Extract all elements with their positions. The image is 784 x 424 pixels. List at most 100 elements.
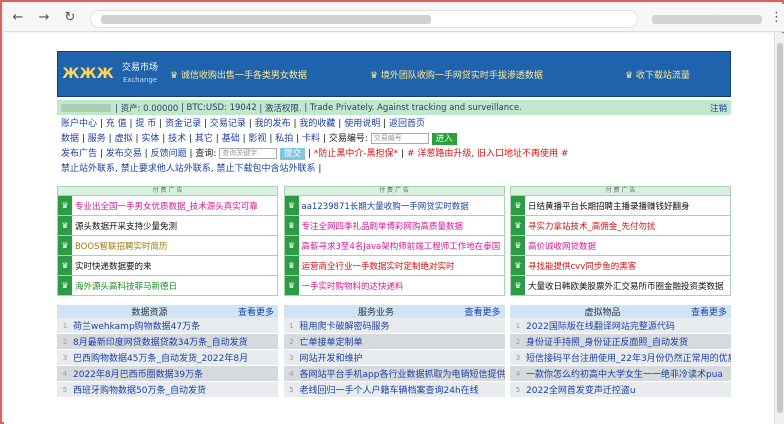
cat-private[interactable]: 私拍 xyxy=(275,134,293,144)
item-link[interactable]: 各网站平台手机app各行业数据抓取为电销短信提供 xyxy=(300,367,505,380)
list-item[interactable]: 1 2022国际版在线翻译网站完整源代码 xyxy=(510,318,731,334)
ad-item[interactable]: ♛ 高价诚收网贷数据 xyxy=(510,236,731,256)
query-input[interactable]: 查询关键字 xyxy=(219,148,278,159)
ad-text[interactable]: aa1239871长期大量收购一手网贷实时数据 xyxy=(302,200,469,212)
cat-tech[interactable]: 技术 xyxy=(168,134,186,144)
list-item[interactable]: 2 亡单接单定制单 xyxy=(283,334,505,350)
ad-text[interactable]: 大量收日韩欧美股票外汇交易所币圈金融投资类数据 xyxy=(528,280,724,292)
ad-item[interactable]: ♛ 日结黄播平台长期招聘主播录播赚钱好翻身 xyxy=(510,196,731,216)
logout-link[interactable]: 注销 xyxy=(710,102,727,114)
ad-item[interactable]: ♛ 大量收日韩欧美股票外汇交易所币圈金融投资类数据 xyxy=(510,276,731,296)
item-link[interactable]: 亡单接单定制单 xyxy=(300,335,363,348)
nav-funds[interactable]: 资金记录 xyxy=(165,119,201,129)
ad-text[interactable]: 专业出全国一手男女优质数据_技术源头真实可靠 xyxy=(75,200,258,212)
ad-text[interactable]: 寻实力拿站技术_高佣金_先付勿扰 xyxy=(528,220,656,232)
list-item[interactable]: 2 身份证手持照_身份证正反面照_自动发货 xyxy=(510,334,731,350)
list-item[interactable]: 4 2022年8月巴西币圈数据39万条 xyxy=(57,366,278,382)
item-link[interactable]: 短信接码平台注册使用_22年3月份仍然正常用的优质 xyxy=(526,351,731,364)
item-link[interactable]: 租用爬卡破解密码服务 xyxy=(300,319,390,332)
nav-deposit[interactable]: 充 值 xyxy=(106,119,127,129)
ad-text[interactable]: 一手实时购物料的达快递料 xyxy=(302,280,404,292)
scrollbar[interactable] xyxy=(774,33,784,424)
header-link-1[interactable]: ♛ 诚信收购出售一手各类男女数据 xyxy=(170,68,370,81)
item-link[interactable]: 8月最新印度网贷数据贷款34万条_自动发货 xyxy=(73,335,248,348)
ad-item[interactable]: ♛ 寻实力拿站技术_高佣金_先付勿扰 xyxy=(510,216,731,236)
item-link[interactable]: 2022全网首发变声迁控盗u xyxy=(526,383,636,396)
nav-trades[interactable]: 交易记录 xyxy=(210,119,246,129)
ad-item[interactable]: ♛ 实时快递数据要的来 xyxy=(57,256,278,276)
ad-item[interactable]: ♛ 高薪寻求3至4名Java架构师前端工程师工作地在泰国 xyxy=(283,236,505,256)
list-item[interactable]: 1 租用爬卡破解密码服务 xyxy=(283,318,505,334)
list-item[interactable]: 3 巴西购物数据45万条_自动发货_2022年8月 xyxy=(57,350,278,366)
view-more-link[interactable]: 查看更多 xyxy=(691,305,727,318)
cat-service[interactable]: 服务 xyxy=(88,134,106,144)
nav-my-posts[interactable]: 我的发布 xyxy=(255,119,291,129)
item-link[interactable]: 身份证手持照_身份证正反面照_自动发货 xyxy=(526,335,688,348)
ad-text[interactable]: 高薪寻求3至4名Java架构师前端工程师工作地在泰国 xyxy=(302,240,501,252)
view-more-link[interactable]: 查看更多 xyxy=(464,305,500,318)
cat-physical[interactable]: 实体 xyxy=(141,134,159,144)
item-link[interactable]: 2022年8月巴西币圈数据39万条 xyxy=(73,367,203,380)
ad-item[interactable]: ♛ aa1239871长期大量收购一手网贷实时数据 xyxy=(283,196,505,216)
nav-help[interactable]: 使用说明 xyxy=(344,119,380,129)
nav-favorites[interactable]: 我的收藏 xyxy=(299,119,335,129)
ad-item[interactable]: ♛ 专注全网四季礼品刷单博彩网购高质量数据 xyxy=(283,216,505,236)
ad-item[interactable]: ♛ 寻找能提供cvv同步鱼的黑客 xyxy=(510,256,731,276)
ad-text[interactable]: 实时快递数据要的来 xyxy=(75,260,152,272)
ad-text[interactable]: 日结黄播平台长期招聘主播录播赚钱好翻身 xyxy=(528,200,690,212)
nav-account-center[interactable]: 账户中心 xyxy=(61,119,97,129)
ad-text[interactable]: 寻找能提供cvv同步鱼的黑客 xyxy=(528,260,636,272)
item-link[interactable]: 荷兰wehkamp购物数据47万条 xyxy=(73,319,200,332)
scrollbar-thumb[interactable] xyxy=(777,43,783,413)
cat-data[interactable]: 数据 xyxy=(61,134,79,144)
cat-video[interactable]: 影视 xyxy=(248,134,266,144)
ad-item[interactable]: ♛ 源头数据开采支持少量免测 xyxy=(57,216,278,236)
nav-home[interactable]: 返回首页 xyxy=(389,119,425,129)
view-more-link[interactable]: 查看更多 xyxy=(238,305,274,318)
post-trade-link[interactable]: 发布交易 xyxy=(106,149,142,159)
enter-button[interactable]: 进入 xyxy=(431,132,457,145)
list-item[interactable]: 5 2022全网首发变声迁控盗u xyxy=(510,382,731,398)
list-item[interactable]: 1 荷兰wehkamp购物数据47万条 xyxy=(57,318,278,334)
header-link-2[interactable]: ♛ 境外团队收购一手网贷实时手拔渗透数据 xyxy=(370,68,625,81)
browser-menu-icon[interactable]: ⋮ xyxy=(770,10,783,25)
address-bar[interactable]: ☆ xyxy=(90,10,719,28)
item-link[interactable]: 2022国际版在线翻译网站完整源代码 xyxy=(526,319,675,332)
nav-withdraw[interactable]: 提 币 xyxy=(135,119,156,129)
back-icon[interactable]: ← xyxy=(10,10,26,26)
cat-basic[interactable]: 基础 xyxy=(222,134,240,144)
cat-other[interactable]: 其它 xyxy=(195,134,213,144)
list-item[interactable]: 5 老线回归一手个人户籍车辆档案查询24h在线 xyxy=(283,382,505,398)
cat-cards[interactable]: 卡料 xyxy=(302,134,320,144)
ad-text[interactable]: 高价诚收网贷数据 xyxy=(528,240,596,252)
ad-item[interactable]: ♛ 运营商全行业一手数据实时定制绝对实时 xyxy=(283,256,505,276)
reload-icon[interactable]: ↻ xyxy=(62,10,78,26)
item-link[interactable]: 老线回归一手个人户籍车辆档案查询24h在线 xyxy=(300,383,479,396)
cat-virtual[interactable]: 虚拟 xyxy=(115,134,133,144)
feedback-link[interactable]: 反馈问题 xyxy=(151,149,187,159)
list-item[interactable]: 5 西班牙购物数据50万条_自动发货 xyxy=(57,382,278,398)
item-link[interactable]: 网站开发和维护 xyxy=(300,351,363,364)
list-item[interactable]: 3 网站开发和维护 xyxy=(283,350,505,366)
ad-item[interactable]: ♛ 海外源头高科技菲马新德日 xyxy=(57,276,278,296)
ad-text[interactable]: 源头数据开采支持少量免测 xyxy=(75,220,177,232)
notice-link[interactable]: 禁止站外联系, 禁止要求他人站外联系, 禁止下载包中含站外联系 xyxy=(61,164,315,174)
activate-link[interactable]: | 激活权限. xyxy=(259,102,301,114)
list-item[interactable]: 2 8月最新印度网贷数据贷款34万条_自动发货 xyxy=(57,334,278,350)
site-logo[interactable]: ЖЖЖ xyxy=(58,66,118,82)
ad-item[interactable]: ♛ BOOS智联招聘实时简历 xyxy=(57,236,278,256)
list-item[interactable]: 4 一款你怎么约初高中大学女生一一绝非冷读术pua xyxy=(510,366,731,382)
ad-text[interactable]: 专注全网四季礼品刷单博彩网购高质量数据 xyxy=(302,220,464,232)
item-link[interactable]: 一款你怎么约初高中大学女生一一绝非冷读术pua xyxy=(526,367,723,380)
list-item[interactable]: 3 短信接码平台注册使用_22年3月份仍然正常用的优质 xyxy=(510,350,731,366)
header-link-3[interactable]: ♛ 收下载站流量 xyxy=(625,68,720,81)
ad-text[interactable]: BOOS智联招聘实时简历 xyxy=(75,240,167,252)
submit-button[interactable]: 提交 xyxy=(280,147,306,160)
item-link[interactable]: 西班牙购物数据50万条_自动发货 xyxy=(73,383,206,396)
trade-id-input[interactable]: 交易编号 xyxy=(370,133,429,144)
list-item[interactable]: 4 各网站平台手机app各行业数据抓取为电销短信提供 xyxy=(283,366,505,382)
item-link[interactable]: 巴西购物数据45万条_自动发货_2022年8月 xyxy=(73,351,248,364)
ad-item[interactable]: ♛ 一手实时购物料的达快递料 xyxy=(283,276,505,296)
ad-item[interactable]: ♛ 专业出全国一手男女优质数据_技术源头真实可靠 xyxy=(57,196,278,216)
post-ad-link[interactable]: 发布广告 xyxy=(61,149,97,159)
